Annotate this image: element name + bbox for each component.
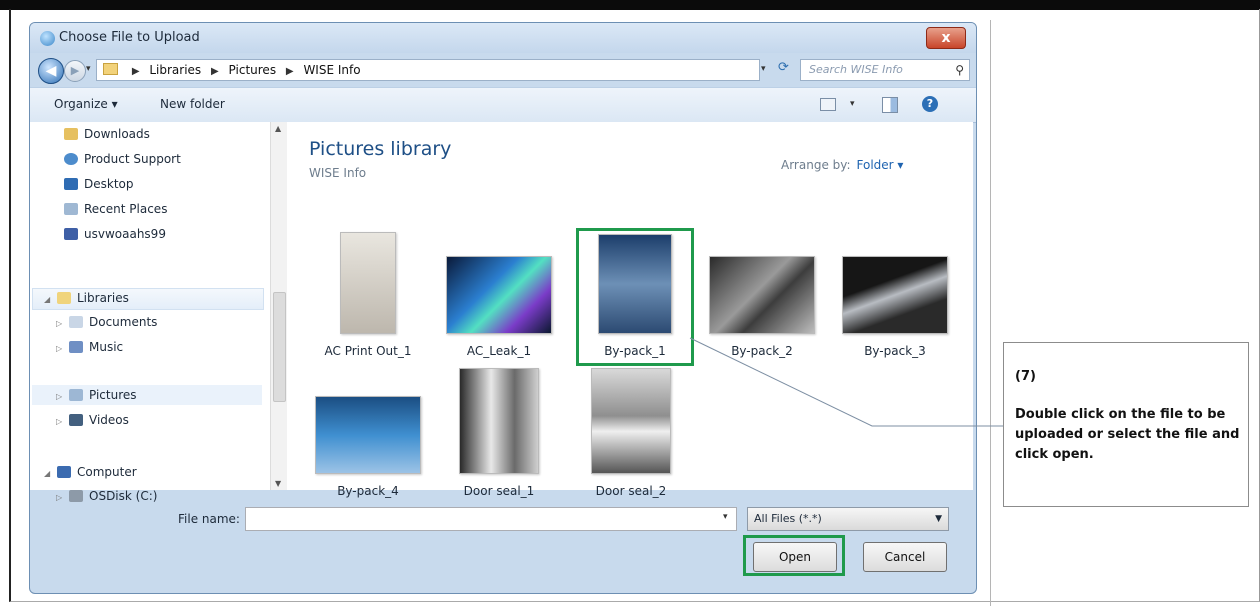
step-number: (7): [1015, 369, 1036, 384]
callout-connector-line: [689, 337, 1003, 427]
callout-connector: [689, 337, 1003, 427]
instruction-callout: (7) Double click on the file to be uploa…: [1003, 342, 1249, 507]
instruction-text: Double click on the file to be uploaded …: [1015, 407, 1240, 462]
